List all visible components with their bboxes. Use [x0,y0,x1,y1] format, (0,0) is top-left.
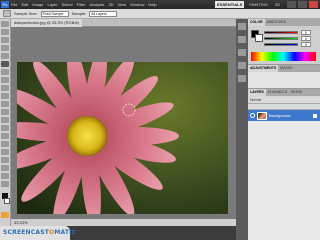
window-controls [287,1,318,8]
menu-file[interactable]: File [11,2,17,7]
panel-icon-5[interactable] [238,75,246,82]
shape-tool-icon[interactable] [1,157,9,163]
clone-tool-icon[interactable] [1,85,9,91]
layer-name: Background [269,113,291,118]
eraser-tool-icon[interactable] [1,101,9,107]
document-window: daisyselection.jpg @ 33.3% (RGB/8) 33.33… [11,19,236,226]
quick-select-tool-icon[interactable] [1,45,9,51]
adjustments-body [248,72,320,89]
sample-size-label: Sample Size: [14,11,38,16]
layers-panel: Layers Channels Paths Normal Background [248,88,320,240]
workspace-switcher: ESSENTIALS PAINTING 3D [215,1,282,8]
color-panel: 0 0 0 [248,26,320,64]
dodge-tool-icon[interactable] [1,125,9,131]
sample-size-select[interactable]: Point Sample [40,10,69,17]
watermark-text-2: MATIC [54,229,77,236]
marquee-tool-icon[interactable] [1,29,9,35]
healing-tool-icon[interactable] [1,69,9,75]
panel-icon-3[interactable] [238,49,246,56]
red-slider[interactable] [264,31,298,34]
tab-color[interactable]: Color [248,19,265,26]
blur-tool-icon[interactable] [1,117,9,123]
watermark-text-1: SCREENCAST [3,229,50,236]
brush-tool-icon[interactable] [1,77,9,83]
blue-value-field[interactable]: 0 [301,42,311,47]
menu-image[interactable]: Image [32,2,43,7]
menu-analysis[interactable]: Analysis [90,2,105,7]
collapsed-panel-strip [236,19,248,240]
menu-view[interactable]: View [118,2,127,7]
menu-3d[interactable]: 3D [108,2,113,7]
red-value-field[interactable]: 0 [301,30,311,35]
menu-window[interactable]: Window [130,2,144,7]
tab-paths[interactable]: Paths [289,89,304,96]
options-bar: Sample Size: Point Sample Sample: All La… [0,9,320,19]
eyedropper-tool-icon[interactable] [1,61,9,67]
history-brush-icon[interactable] [1,93,9,99]
tab-masks[interactable]: Masks [278,65,294,72]
photoshop-logo[interactable]: Ps [1,1,9,8]
green-slider[interactable] [264,37,298,40]
lock-icon [313,113,317,118]
document-tab-bar: daisyselection.jpg @ 33.3% (RGB/8) [11,19,236,27]
panel-background-swatch[interactable] [255,34,263,42]
menu-edit[interactable]: Edit [21,2,28,7]
tools-panel [0,19,11,226]
close-button[interactable] [309,1,318,8]
tab-layers[interactable]: Layers [248,89,266,96]
blend-mode-select[interactable]: Normal [248,96,320,104]
workspace-painting[interactable]: PAINTING [247,1,270,8]
adjustments-panel: Adjustments Masks [248,64,320,89]
tab-adjustments[interactable]: Adjustments [248,65,279,72]
path-select-icon[interactable] [1,149,9,155]
3d-rotate-icon[interactable] [1,165,9,171]
panel-icon-2[interactable] [238,36,246,43]
menu-help[interactable]: Help [148,2,156,7]
blue-slider[interactable] [264,43,298,46]
adjustments-tabs: Adjustments Masks [248,65,320,72]
tab-channels[interactable]: Channels [266,89,289,96]
menu-filter[interactable]: Filter [77,2,86,7]
lasso-tool-icon[interactable] [1,37,9,43]
tab-swatches[interactable]: Swatches [265,19,288,26]
sample-label: Sample: [71,11,87,16]
panel-icon-1[interactable] [238,23,246,30]
sample-select[interactable]: All Layers [89,10,118,17]
pen-tool-icon[interactable] [1,133,9,139]
workspace-3d[interactable]: 3D [273,1,282,8]
panel-icon-4[interactable] [238,62,246,69]
color-spectrum[interactable] [251,52,316,61]
title-bar: Ps File Edit Image Layer Select Filter A… [0,0,320,9]
green-value-field[interactable]: 0 [301,36,311,41]
gradient-tool-icon[interactable] [1,109,9,115]
hand-tool-icon[interactable] [1,173,9,179]
layers-tabs: Layers Channels Paths [248,89,320,96]
layer-row-background[interactable]: Background [248,110,320,121]
quick-mask-icon[interactable] [1,212,9,218]
move-tool-icon[interactable] [1,21,9,27]
status-bar: 33.33% [11,219,236,226]
menu-layer[interactable]: Layer [47,2,57,7]
eye-icon[interactable] [250,113,255,118]
daisy-photo [17,62,228,214]
menu-select[interactable]: Select [62,2,73,7]
layer-thumbnail [257,111,267,120]
screencast-watermark: SCREENCASTOMATIC [0,226,76,240]
maximize-button[interactable] [298,1,307,8]
eyedropper-icon[interactable] [3,10,11,17]
document-tab[interactable]: daisyselection.jpg @ 33.3% (RGB/8) [11,19,82,27]
layers-list-empty-area [248,121,320,240]
image-canvas[interactable] [17,62,228,214]
zoom-tool-icon[interactable] [1,181,9,187]
background-color-swatch[interactable] [3,198,10,204]
zoom-readout[interactable]: 33.33% [14,220,28,225]
minimize-button[interactable] [287,1,296,8]
type-tool-icon[interactable] [1,141,9,147]
workspace-essentials[interactable]: ESSENTIALS [215,1,245,8]
right-panels: Color Swatches 0 0 0 Adjustments Masks L… [248,19,320,240]
color-panel-tabs: Color Swatches [248,19,320,26]
crop-tool-icon[interactable] [1,53,9,59]
menu-bar: File Edit Image Layer Select Filter Anal… [11,2,157,7]
